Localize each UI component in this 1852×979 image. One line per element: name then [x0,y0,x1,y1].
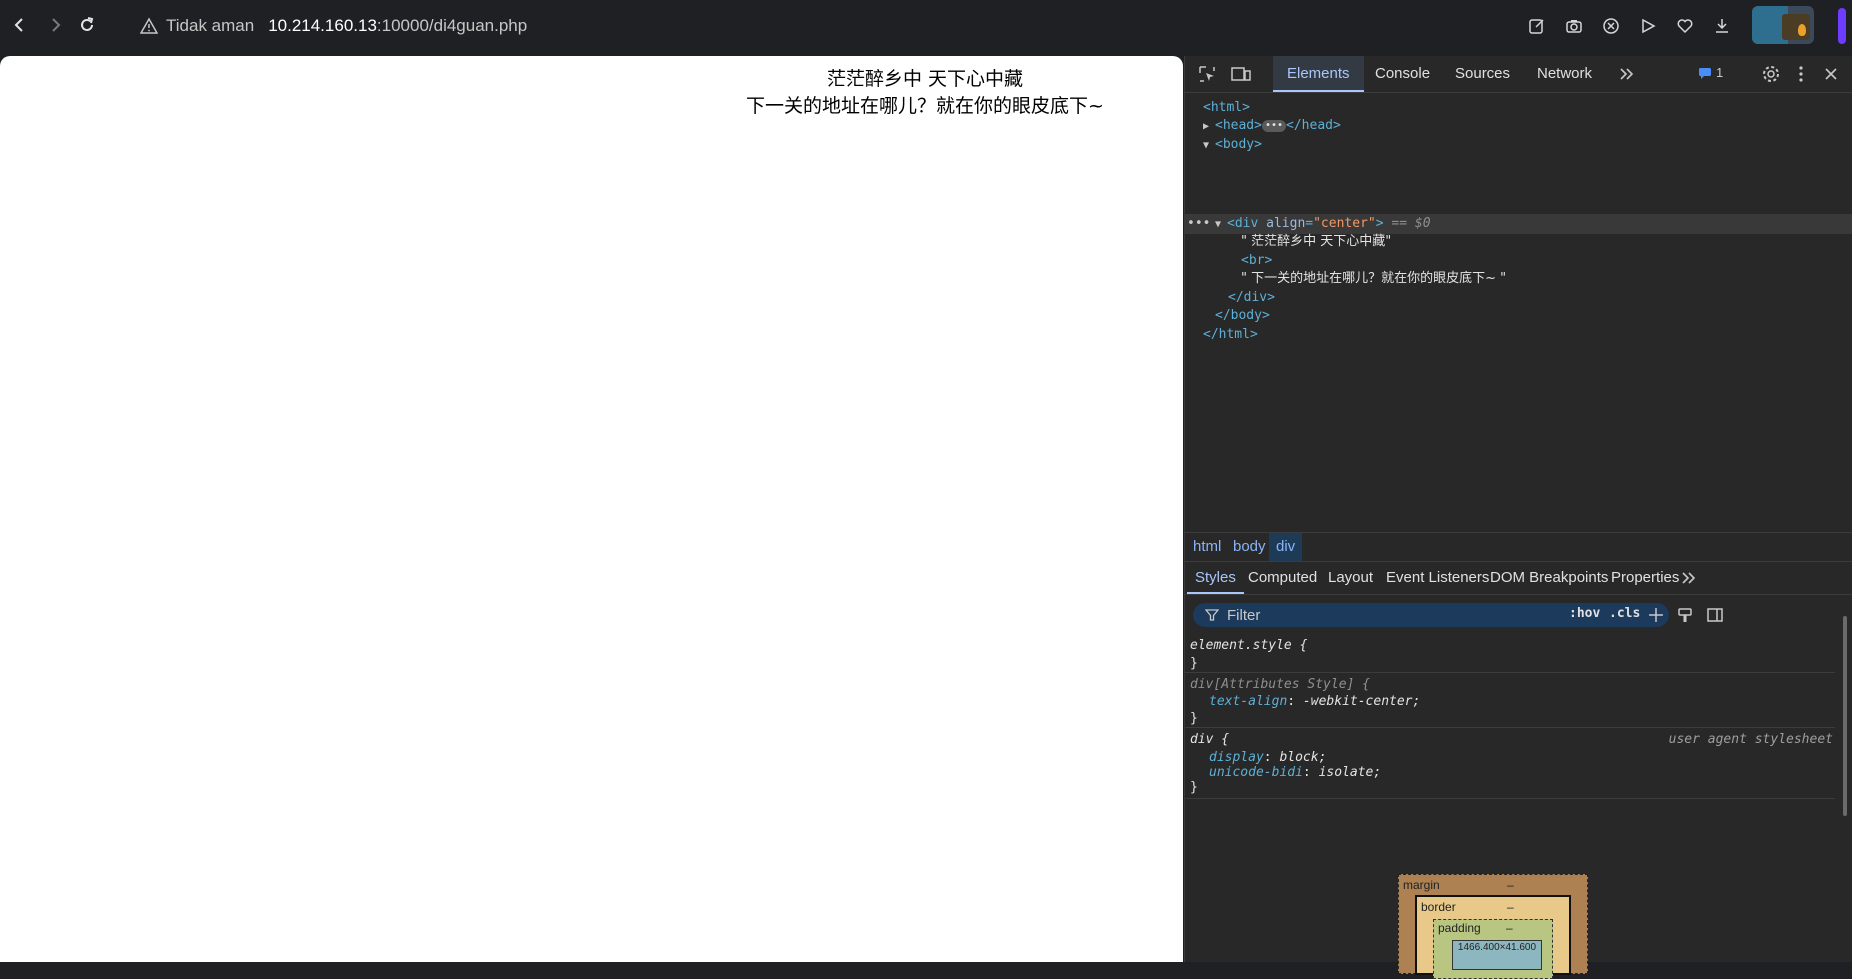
page-viewport: 茫茫醉乡中 天下心中藏 下一关的地址在哪儿？就在你的眼皮底下~ [0,56,1183,962]
rule-selector: div[Attributes Style] { [1190,677,1371,692]
margin-value[interactable]: – [1507,878,1514,892]
tree-html-open[interactable]: <html> [1203,98,1250,118]
browser-toolbar: Tidak aman 10.214.160.13:10000/di4guan.p… [0,0,1852,50]
kebab-menu-icon[interactable] [1791,64,1811,84]
forward-button[interactable] [43,13,67,37]
expand-triangle-icon[interactable]: ▶ [1203,117,1215,137]
box-model-border[interactable]: border – padding – 1466.400×41.600 [1415,895,1571,979]
back-button[interactable] [8,13,32,37]
filter-placeholder: Filter [1227,606,1261,624]
page-line-2: 下一关的地址在哪儿？就在你的眼皮底下~ [746,95,1104,117]
rule-declaration[interactable]: unicode-bidi: isolate; [1209,764,1381,782]
adblock-icon[interactable] [1600,15,1622,37]
padding-value[interactable]: – [1506,921,1513,935]
tab-network[interactable]: Network [1537,56,1592,92]
border-label: border [1421,900,1456,914]
box-model-content[interactable]: 1466.400×41.600 [1452,940,1542,970]
tab-sources[interactable]: Sources [1455,56,1510,92]
add-rule-icon[interactable] [1645,604,1667,626]
scrollbar-thumb[interactable] [1843,616,1847,816]
rule-origin: user agent stylesheet [1668,732,1833,747]
breadcrumb-body[interactable]: body [1233,533,1266,561]
tree-body-close[interactable]: </body> [1215,306,1270,326]
page-line-1: 茫茫醉乡中 天下心中藏 [826,68,1024,90]
collapse-triangle-icon[interactable]: ▼ [1203,136,1215,156]
paint-brush-icon[interactable] [1674,604,1696,626]
message-icon [1699,67,1711,79]
sidebar-toggle-icon[interactable] [1704,604,1726,626]
border-value[interactable]: – [1507,900,1514,914]
subtab-properties[interactable]: Properties [1611,562,1679,594]
reload-icon [81,17,94,31]
centered-div: 茫茫醉乡中 天下心中藏 下一关的地址在哪儿？就在你的眼皮底下~ [0,66,1183,120]
more-subtabs-icon[interactable] [1679,568,1699,588]
address-bar[interactable]: Tidak aman 10.214.160.13:10000/di4guan.p… [140,14,527,38]
collapse-triangle-icon[interactable]: ▼ [1215,215,1227,235]
rule-close: } [1190,656,1198,671]
tree-head[interactable]: ▶ <head> ••• </head> [1203,116,1341,136]
extension-thumbnail[interactable] [1752,6,1814,44]
devtools-tabbar: Elements Console Sources Network 1 [1185,56,1852,93]
download-icon[interactable] [1711,15,1733,37]
breadcrumb-div[interactable]: div [1269,533,1303,561]
subtab-computed[interactable]: Computed [1248,562,1317,594]
rule-close: } [1190,780,1198,795]
tree-div-close[interactable]: </div> [1228,288,1275,308]
styles-subtabs: Styles Computed Layout Event Listeners D… [1185,562,1852,595]
elements-tree: <html> ▶ <head> ••• </head> ▼ <body> ••• ▼ <d… [1185,96,1852,586]
styles-scrollbar[interactable] [1841,606,1849,936]
issues-count: 1 [1716,65,1724,80]
hov-toggle[interactable]: :hov [1569,606,1600,621]
edit-icon[interactable] [1526,15,1548,37]
devtools-panel: Elements Console Sources Network 1 <html… [1184,56,1852,979]
reload-button[interactable] [75,13,99,37]
issues-counter[interactable]: 1 [1698,65,1723,80]
security-label[interactable]: Tidak aman [166,16,254,36]
tree-body-open[interactable]: ▼ <body> [1203,135,1262,155]
tree-div-selected[interactable]: ▼ <div align="center"> == $0 [1215,214,1431,234]
subtab-layout[interactable]: Layout [1328,562,1373,594]
node-actions-icon[interactable]: ••• [1187,214,1210,234]
subtab-styles[interactable]: Styles [1187,562,1244,594]
tab-console[interactable]: Console [1375,56,1430,92]
rule-selector: div { [1190,732,1230,747]
rule-element-style[interactable]: element.style { } [1185,634,1835,673]
tree-br[interactable]: <br> [1241,251,1272,271]
play-icon[interactable] [1637,15,1659,37]
forward-arrow-icon [52,18,61,32]
box-model-margin[interactable]: margin – border – padding – 1466.400×41.… [1398,874,1588,979]
padding-label: padding [1438,921,1481,935]
camera-icon[interactable] [1563,15,1585,37]
back-arrow-icon [14,18,23,32]
rule-attributes-style[interactable]: div[Attributes Style] { text-align: -web… [1185,673,1835,728]
cls-toggle[interactable]: .cls [1609,606,1640,621]
subtab-dom-breakpoints[interactable]: DOM Breakpoints [1490,562,1608,594]
more-tabs-icon[interactable] [1617,64,1637,84]
warning-icon [140,17,158,34]
device-toolbar-icon[interactable] [1231,64,1251,84]
filter-icon [1205,609,1219,621]
settings-gear-icon[interactable] [1761,64,1781,84]
tree-html-close[interactable]: </html> [1203,325,1258,345]
tab-elements[interactable]: Elements [1273,56,1364,92]
tree-text-node-2[interactable]: " 下一关的地址在哪儿？就在你的眼皮底下~ " [1241,269,1506,289]
breadcrumb: html body div [1185,532,1852,562]
inspect-element-icon[interactable] [1197,64,1217,84]
box-model-padding[interactable]: padding – 1466.400×41.600 [1433,919,1553,979]
rule-selector: element.style { [1190,638,1308,653]
sidebar-accent [1838,8,1846,44]
url-host: 10.214.160.13 [268,16,377,35]
margin-label: margin [1403,878,1440,892]
close-icon[interactable] [1821,64,1841,84]
rule-declaration[interactable]: text-align: -webkit-center; [1209,693,1420,711]
rule-user-agent-div[interactable]: div { user agent stylesheet display: blo… [1185,728,1835,799]
tree-text-node-1[interactable]: " 茫茫醉乡中 天下心中藏" [1241,232,1391,252]
breadcrumb-html[interactable]: html [1193,533,1221,561]
heart-icon[interactable] [1674,15,1696,37]
subtab-event-listeners[interactable]: Event Listeners [1386,562,1489,594]
collapsed-ellipsis-icon[interactable]: ••• [1261,119,1287,132]
url-path: :10000/di4guan.php [376,16,528,35]
rule-close: } [1190,711,1198,726]
